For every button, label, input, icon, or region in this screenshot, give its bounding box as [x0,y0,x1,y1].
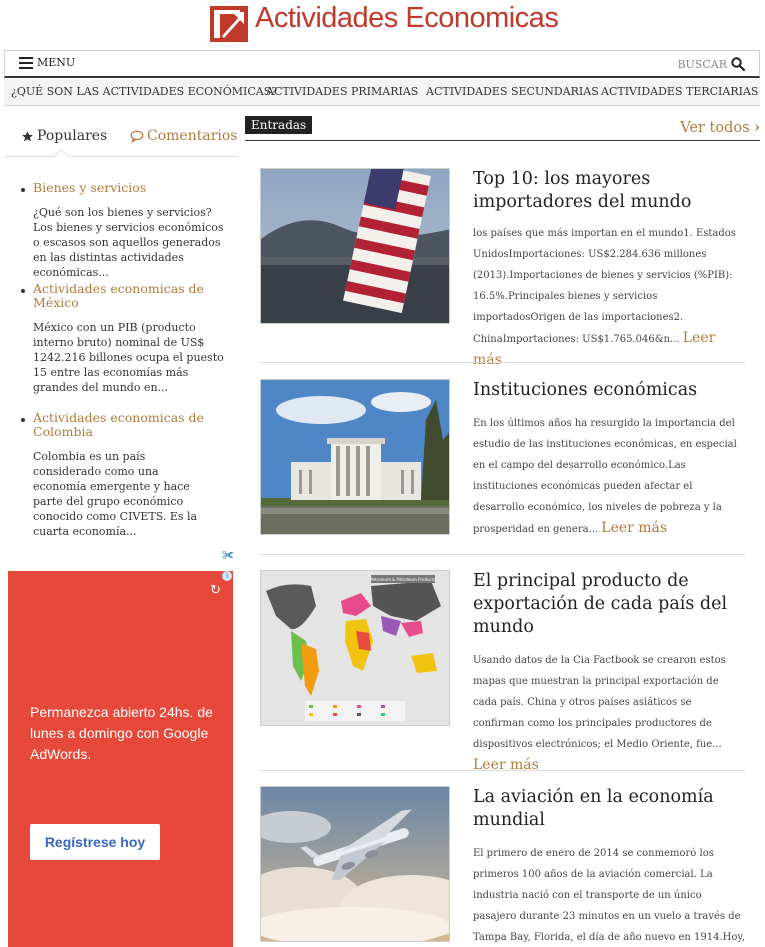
popular-title[interactable]: Actividades economicas de México [33,282,233,310]
world-map-image[interactable]: Petroleum & Petroleum Products [260,570,450,726]
post-card: Instituciones económicas En los últimos … [260,379,745,539]
chevron-right-icon: › [754,119,760,136]
federal-reserve-building-image[interactable] [260,379,450,535]
see-all-link[interactable]: Ver todos › [680,119,760,136]
popular-desc: México con un PIB (producto interno brut… [33,321,224,394]
divider [260,554,745,555]
post-excerpt: los países que más importan en el mundo1… [473,223,745,372]
ad-choices-icon[interactable]: ✀ [222,548,234,563]
tab-popular[interactable]: Populares [21,128,107,144]
post-card: Petroleum & Petroleum Products El princi… [260,570,745,773]
popular-desc: ¿Qué son los bienes y servicios? Los bie… [33,206,224,279]
popular-title[interactable]: Actividades economicas de Colombia [33,411,233,439]
search-label: BUSCAR [677,57,727,71]
post-excerpt: En los últimos años ha resurgido la impo… [473,413,745,540]
menu-bar: MENU BUSCAR [4,50,760,78]
ad-signup-button[interactable]: Regístrese hoy [30,824,160,860]
bullet [21,289,25,293]
tab-active-indicator [53,148,69,164]
post-excerpt: Usando datos de la Cia Factbook se crear… [473,650,745,777]
flag-image[interactable] [260,168,450,324]
star-icon [22,130,33,141]
divider [260,362,745,363]
post-excerpt-text: Usando datos de la Cia Factbook se crear… [473,655,726,750]
refresh-icon[interactable]: ↻ [210,583,221,598]
post-title[interactable]: Top 10: los mayores importadores del mun… [473,168,743,214]
post-title[interactable]: El principal producto de exportación de … [473,570,743,639]
post-excerpt-text: El primero de enero de 2014 se conmemoró… [473,848,745,943]
popular-title[interactable]: Bienes y servicios [33,181,233,195]
hamburger-icon [19,57,33,69]
post-title[interactable]: La aviación en la economía mundial [473,786,743,832]
airplane-image[interactable] [260,786,450,942]
post-title[interactable]: Instituciones económicas [473,379,743,402]
site-logo-text[interactable]: Actividades Economicas [255,2,559,35]
see-all-label: Ver todos [680,120,750,136]
site-header: Actividades Economicas [0,0,765,48]
section-header: Entradas Ver todos › [245,115,760,141]
bullet [21,418,25,422]
main-content: Entradas Ver todos › Top 10: los mayores… [245,115,760,947]
post-card: La aviación en la economía mundial El pr… [260,786,745,947]
logo-icon[interactable] [210,6,248,42]
tab-comments-label: Comentarios [147,128,238,144]
search-icon [731,57,745,71]
map-title: Petroleum & Petroleum Products [371,577,436,582]
nav-item-primarias[interactable]: ACTIVIDADES PRIMARIAS [266,85,418,98]
sidebar-tabs: Populares Comentarios [4,115,238,164]
post-excerpt-text: los países que más importan en el mundo1… [473,228,736,345]
post-card: Top 10: los mayores importadores del mun… [260,168,745,368]
post-excerpt: El primero de enero de 2014 se conmemoró… [473,843,745,947]
menu-button[interactable]: MENU [19,57,75,69]
ad-info-icon[interactable]: i [222,571,232,581]
read-more-link[interactable]: Leer más [601,520,667,536]
menu-label: MENU [37,56,76,69]
nav-item-que-son[interactable]: ¿QUÉ SON LAS ACTIVIDADES ECONÓMICAS? [11,85,277,98]
bullet [21,188,25,192]
popular-desc: Colombia es un país considerado como una… [33,450,198,538]
post-excerpt-text: En los últimos años ha resurgido la impo… [473,418,737,535]
ad-banner[interactable]: i ↻ Permanezca abierto 24hs. de lunes a … [8,571,233,947]
comment-icon [130,130,144,143]
category-nav: ¿QUÉ SON LAS ACTIVIDADES ECONÓMICAS? ACT… [4,79,760,106]
tab-comments[interactable]: Comentarios [130,128,237,144]
search-button[interactable]: BUSCAR [677,57,745,71]
section-label: Entradas [245,116,313,134]
divider [260,770,745,771]
ad-text: Permanezca abierto 24hs. de lunes a domi… [30,704,213,762]
nav-item-secundarias[interactable]: ACTIVIDADES SECUNDARIAS [426,85,599,98]
tab-popular-label: Populares [37,128,108,144]
nav-item-terciarias[interactable]: ACTIVIDADES TERCIARIAS [601,85,758,98]
